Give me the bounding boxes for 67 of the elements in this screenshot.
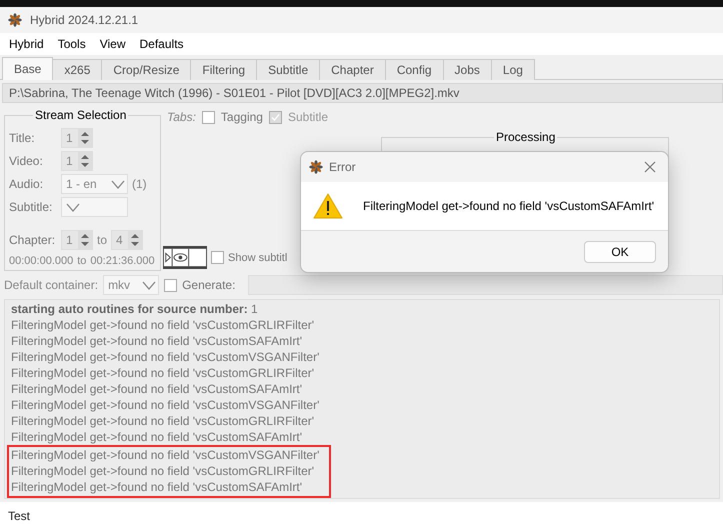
checkbox-label: Generate:	[182, 278, 236, 292]
track-count: (1)	[132, 177, 147, 191]
status-text: Test	[0, 502, 723, 530]
checkbox-label: Show subtitl	[228, 252, 288, 264]
error-message: FilteringModel get->found no field 'vsCustomSAFAmIrt'	[363, 199, 654, 213]
menu-item[interactable]: Defaults	[132, 37, 191, 51]
to-label: to	[97, 232, 108, 247]
field-label: Chapter:	[9, 232, 56, 247]
log-line: FilteringModel get->found no field 'vsCustomGRLIRFilter'	[11, 413, 316, 429]
checkbox[interactable]	[202, 110, 215, 124]
checkbox[interactable]	[211, 251, 224, 264]
spin-arrows-icon[interactable]	[78, 230, 92, 249]
window-title: Hybrid 2024.12.21.1	[30, 13, 138, 27]
log-line: FilteringModel get->found no field 'vsCustomSAFAmIrt'	[11, 333, 304, 349]
field-label: Default container:	[4, 278, 98, 292]
tab[interactable]: Log	[490, 59, 535, 80]
dropdown[interactable]: mkv	[103, 275, 160, 295]
field-label: Title:	[9, 131, 36, 145]
app-logo-icon	[8, 13, 22, 27]
log-line: FilteringModel get->found no field 'vsCustomVSGANFilter'	[11, 397, 320, 413]
field-label: Audio:	[9, 177, 44, 191]
tab[interactable]: Chapter	[319, 59, 386, 80]
log-line: starting auto routines for source number: 1	[11, 301, 259, 317]
log-line: FilteringModel get->found no field 'vsCustomSAFAmIrt'	[11, 429, 304, 445]
tab[interactable]: Config	[384, 59, 444, 80]
to-label: to	[77, 255, 86, 268]
menu-item[interactable]: View	[92, 37, 132, 51]
tab[interactable]: Crop/Resize	[101, 59, 192, 80]
log-line: FilteringModel get->found no field 'vsCustomGRLIRFilter'	[11, 463, 316, 479]
tabs-label: Tabs:	[167, 110, 196, 124]
log-line: FilteringModel get->found no field 'vsCustomSAFAmIrt'	[11, 479, 304, 495]
group-title: Processing	[494, 130, 558, 144]
spin-arrows-icon[interactable]	[78, 152, 92, 170]
field-label: Subtitle:	[9, 200, 54, 214]
time-end: 00:21:36.000	[90, 255, 155, 268]
tab[interactable]: Jobs	[442, 59, 492, 80]
time-start: 00:00:00.000	[9, 255, 74, 268]
ok-button[interactable]: OK	[584, 240, 656, 262]
dialog-title: Error	[329, 160, 357, 174]
dropdown-caret-icon	[111, 180, 125, 188]
tab[interactable]: x265	[52, 59, 102, 80]
menu-item[interactable]: Tools	[50, 37, 93, 51]
log-line: FilteringModel get->found no field 'vsCustomSAFAmIrt'	[11, 381, 304, 397]
log-line: FilteringModel get->found no field 'vsCustomVSGANFilter'	[11, 447, 320, 463]
dropdown-caret-icon	[66, 202, 80, 212]
checkbox[interactable]	[164, 278, 178, 292]
tab[interactable]: Base	[2, 57, 54, 80]
field-label: Video:	[9, 154, 44, 168]
log-line: FilteringModel get->found no field 'vsCustomGRLIRFilter'	[11, 365, 316, 381]
generate-field[interactable]	[248, 275, 723, 295]
close-icon[interactable]	[644, 161, 656, 173]
film-preview-icon[interactable]	[163, 245, 207, 270]
spin-arrows-icon[interactable]	[78, 129, 92, 147]
source-path-field[interactable]: P:\Sabrina, The Teenage Witch (1996) - S01E01 - Pilot [DVD][AC3 2.0][MPEG2].mkv	[2, 83, 723, 103]
dropdown-caret-icon	[142, 280, 156, 290]
checkbox-label: Tagging	[220, 110, 263, 124]
tab[interactable]: Filtering	[190, 59, 258, 80]
group-title: Stream Selection	[33, 108, 128, 122]
tab[interactable]: Subtitle	[256, 59, 320, 80]
warning-icon	[313, 192, 343, 220]
log-line: FilteringModel get->found no field 'vsCustomGRLIRFilter'	[11, 317, 316, 333]
checkbox-label: Subtitle	[288, 110, 328, 124]
log-line: FilteringModel get->found no field 'vsCustomVSGANFilter'	[11, 349, 320, 365]
app-logo-icon	[309, 160, 323, 174]
dropdown[interactable]: 1 - en	[61, 174, 128, 194]
menu-item[interactable]: Hybrid	[2, 37, 51, 51]
spin-arrows-icon[interactable]	[128, 230, 142, 249]
